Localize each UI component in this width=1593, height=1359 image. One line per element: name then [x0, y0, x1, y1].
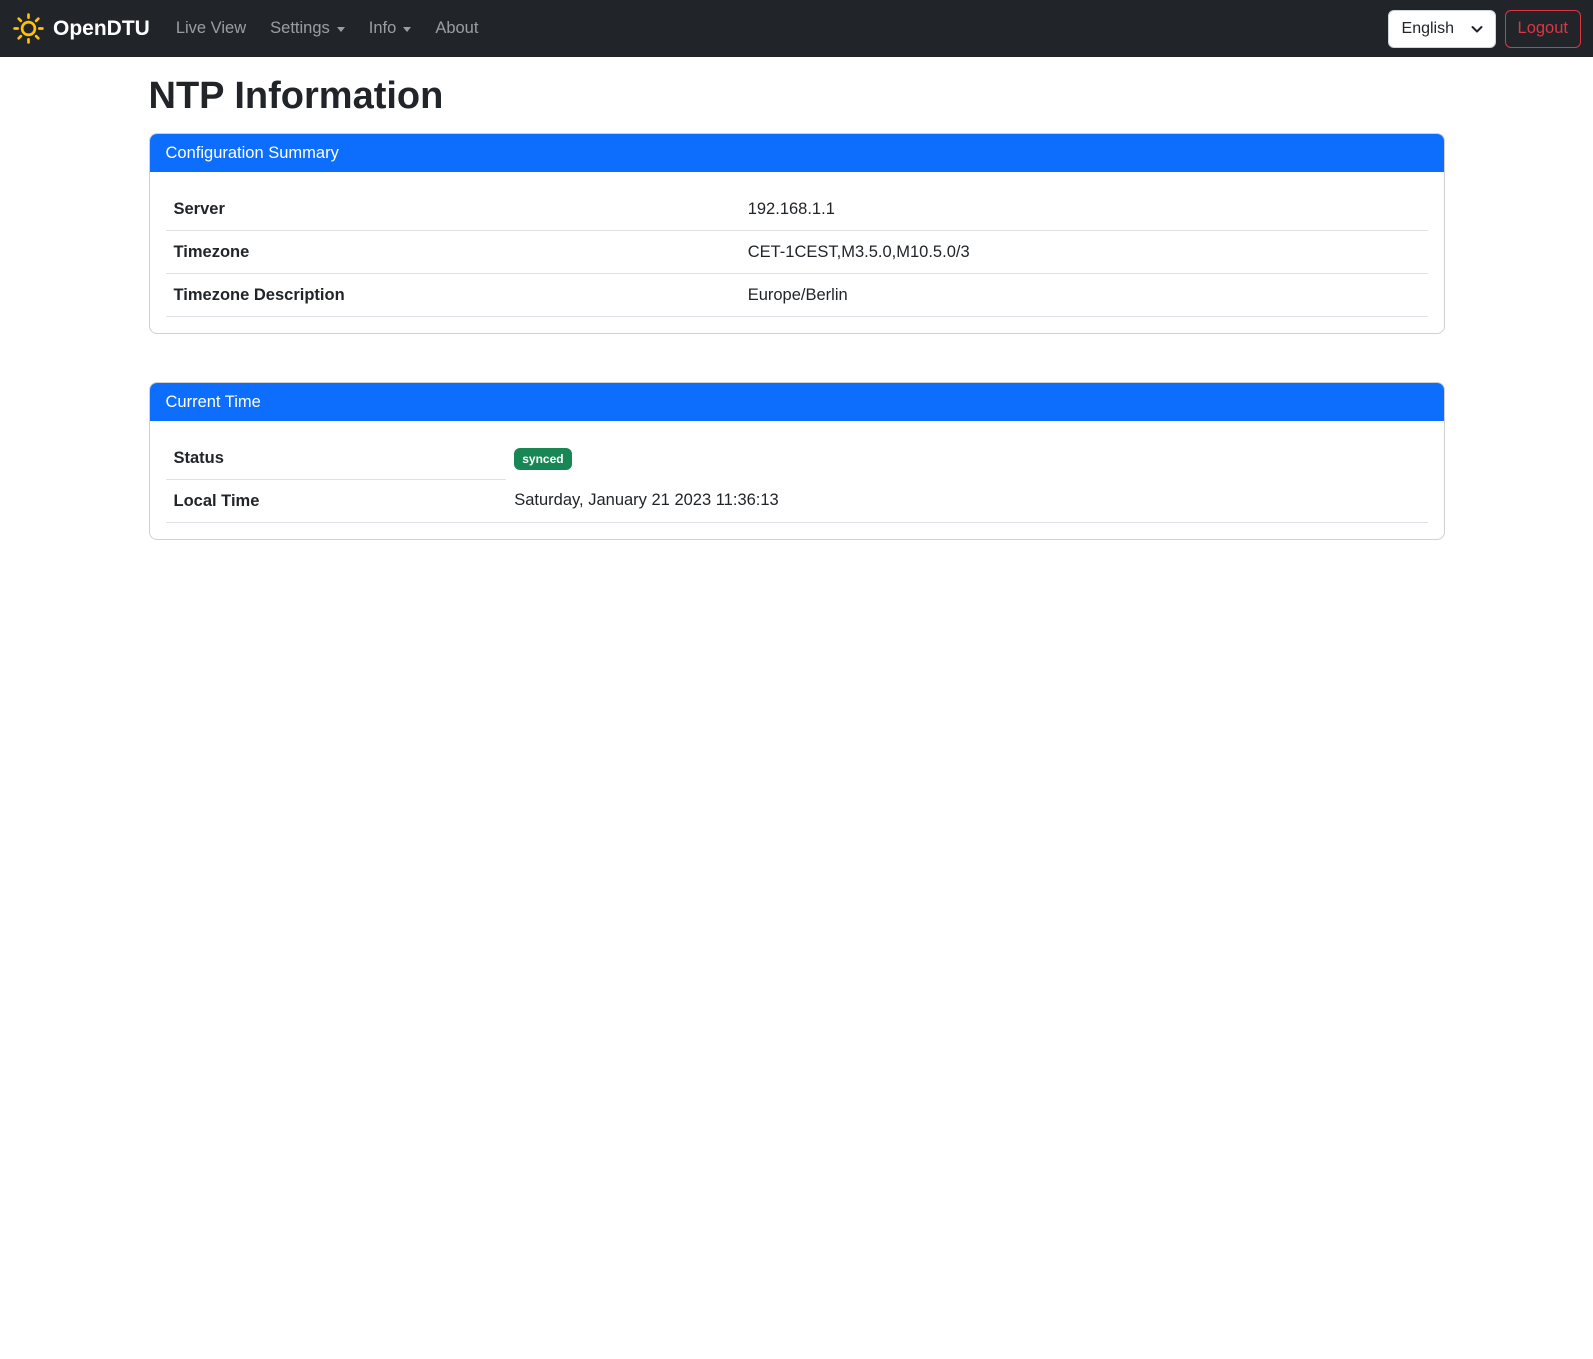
nav-item-live-view[interactable]: Live View [168, 11, 254, 46]
current-time-card: Current Time Status synced Local Time Sa… [149, 382, 1445, 540]
navbar: OpenDTU Live View Settings Info About En… [0, 0, 1593, 57]
status-badge: synced [514, 448, 571, 470]
nav-item-label: Settings [270, 19, 330, 38]
nav-links: Live View Settings Info About [164, 11, 491, 46]
nav-item-about[interactable]: About [427, 11, 486, 46]
nav-item-settings[interactable]: Settings [262, 11, 353, 46]
table-row: Local Time Saturday, January 21 2023 11:… [166, 479, 1428, 522]
nav-item-label: Live View [176, 19, 246, 38]
table-row: Timezone CET-1CEST,M3.5.0,M10.5.0/3 [166, 230, 1428, 273]
row-label-timezone-description: Timezone Description [166, 273, 740, 316]
row-label-status: Status [166, 437, 507, 480]
language-selected-value: English [1402, 20, 1454, 38]
table-row: Timezone Description Europe/Berlin [166, 273, 1428, 316]
configuration-summary-table: Server 192.168.1.1 Timezone CET-1CEST,M3… [166, 188, 1428, 317]
nav-item-label: Info [369, 19, 397, 38]
row-value-timezone: CET-1CEST,M3.5.0,M10.5.0/3 [740, 230, 1428, 273]
empty-page-area [149, 540, 1445, 1240]
sun-icon [12, 12, 45, 45]
configuration-summary-card: Configuration Summary Server 192.168.1.1… [149, 133, 1445, 334]
nav-item-info[interactable]: Info [361, 11, 420, 46]
caret-down-icon [403, 27, 411, 32]
configuration-summary-header: Configuration Summary [150, 134, 1444, 172]
row-value-timezone-description: Europe/Berlin [740, 273, 1428, 316]
chevron-down-icon [1469, 21, 1485, 37]
configuration-summary-body: Server 192.168.1.1 Timezone CET-1CEST,M3… [150, 172, 1444, 333]
main-content: NTP Information Configuration Summary Se… [149, 74, 1445, 1240]
brand-label: OpenDTU [53, 17, 150, 41]
navbar-right: English Logout [1388, 10, 1581, 48]
row-value-local-time: Saturday, January 21 2023 11:36:13 [506, 479, 1427, 522]
row-label-server: Server [166, 188, 740, 231]
row-value-status: synced [506, 437, 1427, 480]
caret-down-icon [337, 27, 345, 32]
page-title: NTP Information [149, 74, 1445, 120]
table-row: Server 192.168.1.1 [166, 188, 1428, 231]
row-label-timezone: Timezone [166, 230, 740, 273]
current-time-header: Current Time [150, 383, 1444, 421]
current-time-body: Status synced Local Time Saturday, Janua… [150, 421, 1444, 539]
language-select[interactable]: English [1388, 10, 1496, 48]
row-label-local-time: Local Time [166, 479, 507, 522]
current-time-table: Status synced Local Time Saturday, Janua… [166, 437, 1428, 523]
brand[interactable]: OpenDTU [12, 12, 150, 45]
nav-item-label: About [435, 19, 478, 38]
logout-button[interactable]: Logout [1505, 10, 1581, 48]
table-row: Status synced [166, 437, 1428, 480]
row-value-server: 192.168.1.1 [740, 188, 1428, 231]
